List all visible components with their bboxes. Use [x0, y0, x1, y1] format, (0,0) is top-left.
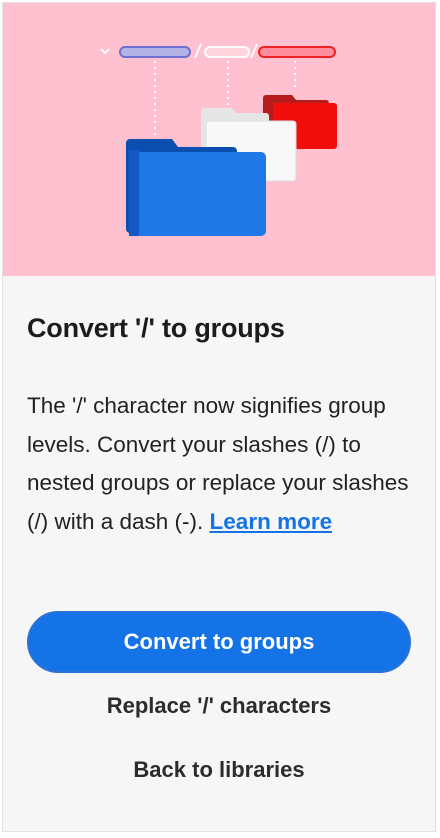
- learn-more-link[interactable]: Learn more: [210, 509, 333, 534]
- hero-illustration: [3, 3, 435, 276]
- description-text: The '/' character now signifies group le…: [27, 387, 412, 541]
- replace-characters-button[interactable]: Replace '/' characters: [27, 693, 411, 719]
- path-segment-red: [258, 46, 336, 58]
- blue-folder-icon: [126, 139, 266, 236]
- back-to-libraries-button[interactable]: Back to libraries: [27, 757, 411, 783]
- chevron-down-icon: [100, 48, 110, 55]
- convert-to-groups-button[interactable]: Convert to groups: [27, 611, 411, 673]
- path-segment-white: [204, 46, 250, 58]
- path-segment-blue: [119, 46, 191, 58]
- page-title: Convert '/' to groups: [27, 313, 285, 343]
- convert-groups-panel: Convert '/' to groups The '/' character …: [2, 2, 436, 832]
